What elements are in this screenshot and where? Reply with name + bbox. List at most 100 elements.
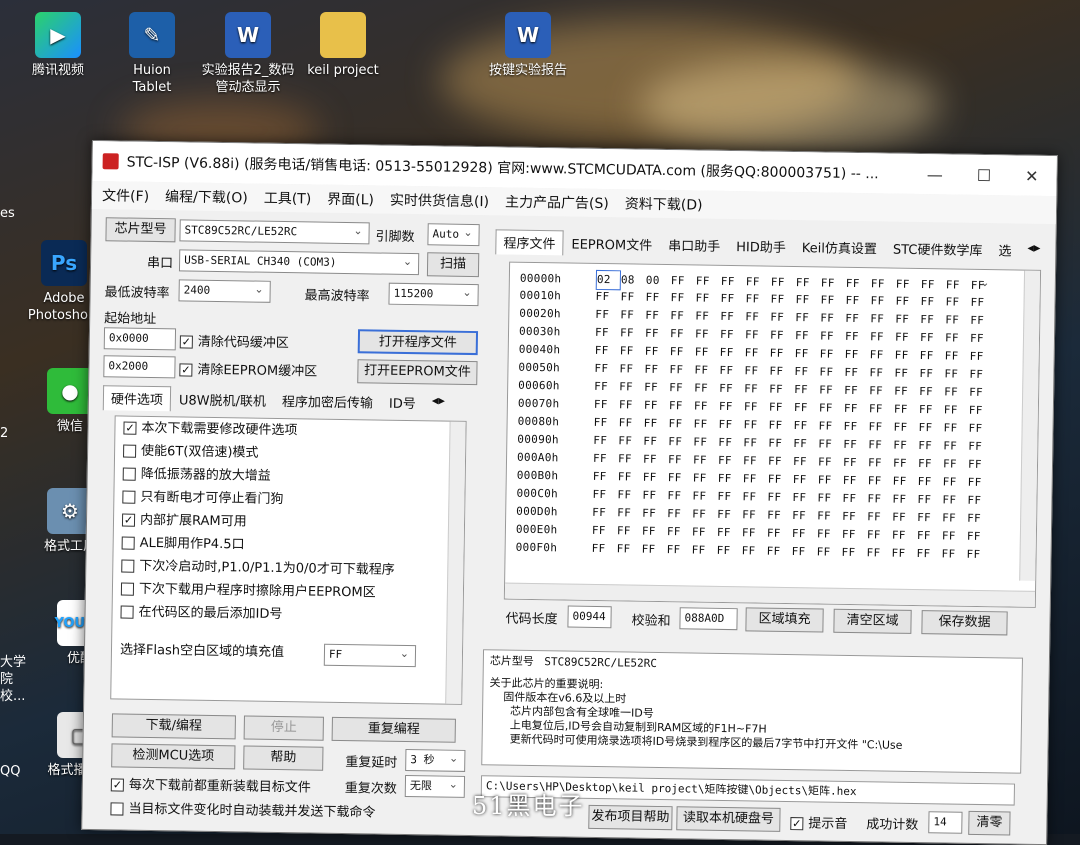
hex-byte[interactable]: FF [793, 417, 818, 435]
open-program-file-button[interactable]: 打开程序文件 [357, 329, 479, 356]
hex-byte[interactable]: FF [842, 508, 867, 526]
hardware-option-row[interactable]: 在代码区的最后添加ID号 [112, 600, 462, 628]
hex-byte[interactable]: FF [691, 541, 716, 559]
hex-byte[interactable]: FF [795, 309, 820, 327]
hex-byte[interactable]: FF [816, 543, 841, 561]
hex-byte[interactable]: FF [817, 507, 842, 525]
hex-byte[interactable]: FF [718, 416, 743, 434]
tab-more[interactable]: 选 [990, 237, 1019, 262]
hex-byte[interactable]: FF [919, 383, 944, 401]
hex-byte[interactable]: FF [818, 471, 843, 489]
hex-byte[interactable]: FF [893, 455, 918, 473]
hex-byte[interactable]: FF [695, 343, 720, 361]
hex-byte[interactable]: FF [871, 275, 896, 293]
tab-math-lib[interactable]: STC硬件数学库 [885, 235, 991, 262]
menu-download[interactable]: 资料下载(D) [625, 193, 703, 214]
hex-byte[interactable]: FF [720, 326, 745, 344]
hex-byte[interactable]: FF [968, 438, 993, 456]
hex-byte[interactable]: FF [741, 542, 766, 560]
hex-byte[interactable]: FF [868, 436, 893, 454]
hex-byte[interactable]: FF [693, 415, 718, 433]
hex-byte[interactable]: FF [768, 471, 793, 489]
hex-byte[interactable]: FF [918, 419, 943, 437]
hex-byte[interactable]: FF [594, 378, 619, 396]
hex-byte[interactable]: FF [642, 487, 667, 505]
hex-byte[interactable]: FF [820, 291, 845, 309]
desktop-icon-huion[interactable]: ✎ Huion Tablet [112, 12, 192, 96]
clear-eeprom-checkbox[interactable]: ✓ 清除EEPROM缓冲区 [179, 358, 317, 380]
hex-byte[interactable]: FF [970, 294, 995, 312]
hex-byte[interactable]: FF [767, 489, 792, 507]
hex-byte[interactable]: FF [743, 452, 768, 470]
hex-byte[interactable]: FF [744, 362, 769, 380]
hex-byte[interactable]: 08 [621, 271, 646, 289]
hex-byte[interactable]: FF [695, 325, 720, 343]
hex-byte[interactable]: FF [843, 418, 868, 436]
hex-byte[interactable]: FF [595, 342, 620, 360]
hex-byte[interactable]: FF [767, 507, 792, 525]
fill-area-button[interactable]: 区域填充 [745, 607, 824, 633]
code-address-input[interactable]: 0x0000 [103, 327, 177, 351]
desktop-icon-report2[interactable]: W 实验报告2_数码管动态显示 [198, 12, 298, 96]
hex-byte[interactable]: FF [869, 400, 894, 418]
hex-byte[interactable]: FF [620, 324, 645, 342]
hex-byte[interactable]: FF [942, 527, 967, 545]
hex-byte[interactable]: FF [666, 541, 691, 559]
hex-byte[interactable]: FF [967, 510, 992, 528]
hex-byte[interactable]: FF [968, 420, 993, 438]
hex-byte[interactable]: FF [793, 453, 818, 471]
hex-byte[interactable]: FF [592, 522, 617, 540]
hex-byte[interactable]: FF [843, 454, 868, 472]
hex-byte[interactable]: FF [769, 381, 794, 399]
hex-byte[interactable]: FF [943, 473, 968, 491]
hex-byte[interactable]: 00 [646, 272, 671, 290]
hex-byte[interactable]: FF [941, 545, 966, 563]
hex-byte[interactable]: FF [745, 290, 770, 308]
hex-byte[interactable]: FF [694, 379, 719, 397]
hex-byte[interactable]: FF [742, 506, 767, 524]
hex-byte[interactable]: FF [671, 272, 696, 290]
hex-byte[interactable]: FF [668, 451, 693, 469]
hex-byte[interactable]: FF [970, 348, 995, 366]
repeat-program-button[interactable]: 重复编程 [331, 716, 456, 743]
hex-byte[interactable]: FF [868, 472, 893, 490]
hex-byte[interactable]: FF [920, 347, 945, 365]
hex-byte[interactable]: FF [795, 345, 820, 363]
hex-byte[interactable]: FF [669, 361, 694, 379]
hex-byte[interactable]: FF [845, 346, 870, 364]
hex-byte[interactable]: FF [894, 401, 919, 419]
hex-byte[interactable]: FF [945, 329, 970, 347]
hex-byte[interactable]: FF [593, 468, 618, 486]
hex-byte[interactable]: FF [792, 507, 817, 525]
hex-byte[interactable]: FF [670, 343, 695, 361]
hex-byte[interactable]: FF [895, 293, 920, 311]
hex-byte[interactable]: FF [667, 505, 692, 523]
save-data-button[interactable]: 保存数据 [921, 610, 1008, 636]
hex-byte[interactable]: FF [644, 361, 669, 379]
hex-byte[interactable]: FF [617, 486, 642, 504]
clear-code-checkbox[interactable]: ✓ 清除代码缓冲区 [179, 330, 289, 351]
hex-byte[interactable]: FF [819, 399, 844, 417]
hex-byte[interactable]: FF [917, 527, 942, 545]
hex-byte[interactable]: FF [668, 469, 693, 487]
hex-byte[interactable]: FF [767, 525, 792, 543]
hex-byte[interactable]: FF [744, 398, 769, 416]
hex-byte[interactable]: FF [770, 327, 795, 345]
maximize-button[interactable]: ☐ [977, 165, 992, 184]
desktop-icon-key-report[interactable]: W 按键实验报告 [478, 12, 578, 79]
tab-scroll-arrows[interactable]: ◂▸ [1019, 238, 1048, 263]
hex-byte[interactable]: FF [895, 329, 920, 347]
hex-byte[interactable]: FF [845, 292, 870, 310]
hex-byte[interactable]: FF [870, 310, 895, 328]
hex-byte[interactable]: FF [795, 327, 820, 345]
hex-byte[interactable]: FF [670, 289, 695, 307]
chip-select[interactable]: STC89C52RC/LE52RC [179, 219, 370, 245]
hex-byte[interactable]: FF [616, 540, 641, 558]
hex-byte[interactable]: FF [645, 307, 670, 325]
hex-byte[interactable]: FF [742, 488, 767, 506]
hex-byte[interactable]: FF [692, 523, 717, 541]
hex-byte[interactable]: FF [692, 505, 717, 523]
hex-byte[interactable]: FF [792, 525, 817, 543]
hex-byte[interactable]: FF [967, 528, 992, 546]
hex-byte[interactable]: FF [892, 527, 917, 545]
